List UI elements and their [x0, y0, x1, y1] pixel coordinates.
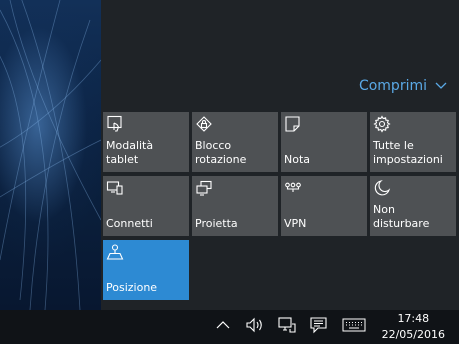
tile-label: Modalità tablet [106, 139, 154, 166]
collapse-button[interactable]: Comprimi [359, 78, 447, 94]
tile-project[interactable]: Proietta [192, 176, 278, 236]
tile-label: Proietta [195, 217, 238, 230]
action-center-panel: Comprimi Modalità tablet Blocco rotazion… [101, 0, 459, 310]
tile-label: VPN [284, 217, 307, 230]
tile-tablet-mode[interactable]: Modalità tablet [103, 112, 189, 172]
rotation-lock-icon [195, 115, 213, 133]
tile-note[interactable]: Nota [281, 112, 367, 172]
note-icon [284, 115, 302, 133]
volume-icon[interactable] [245, 316, 265, 334]
keyboard-icon[interactable] [342, 318, 366, 332]
chevron-down-icon [435, 82, 447, 90]
taskbar-clock[interactable]: 17:48 22/05/2016 [382, 311, 445, 343]
tile-label: Blocco rotazione [195, 139, 247, 166]
tile-label: Posizione [106, 281, 158, 294]
taskbar: 17:48 22/05/2016 [0, 310, 459, 344]
tile-label: Tutte le impostazioni [373, 139, 443, 166]
gear-icon [373, 115, 391, 133]
tile-label: Nota [284, 153, 311, 166]
tablet-mode-icon [106, 115, 124, 133]
action-center-icon[interactable] [309, 316, 329, 334]
quick-actions-grid: Modalità tablet Blocco rotazione Nota Tu… [103, 112, 456, 300]
chevron-up-icon[interactable] [216, 320, 230, 330]
location-icon [106, 243, 124, 261]
tile-do-not-disturb[interactable]: Non disturbare [370, 176, 456, 236]
project-icon [195, 179, 213, 197]
vpn-icon [284, 179, 302, 197]
moon-icon [373, 179, 391, 197]
clock-time: 17:48 [397, 312, 430, 325]
desktop-wallpaper [0, 0, 101, 310]
collapse-label: Comprimi [358, 78, 427, 94]
tile-label: Non disturbare [373, 203, 430, 230]
clock-date: 22/05/2016 [381, 328, 445, 341]
tile-all-settings[interactable]: Tutte le impostazioni [370, 112, 456, 172]
network-icon[interactable] [277, 316, 297, 334]
tile-location[interactable]: Posizione [103, 240, 189, 300]
connect-icon [106, 179, 124, 197]
tile-vpn[interactable]: VPN [281, 176, 367, 236]
tile-label: Connetti [106, 217, 153, 230]
tile-rotation-lock[interactable]: Blocco rotazione [192, 112, 278, 172]
tile-connect[interactable]: Connetti [103, 176, 189, 236]
